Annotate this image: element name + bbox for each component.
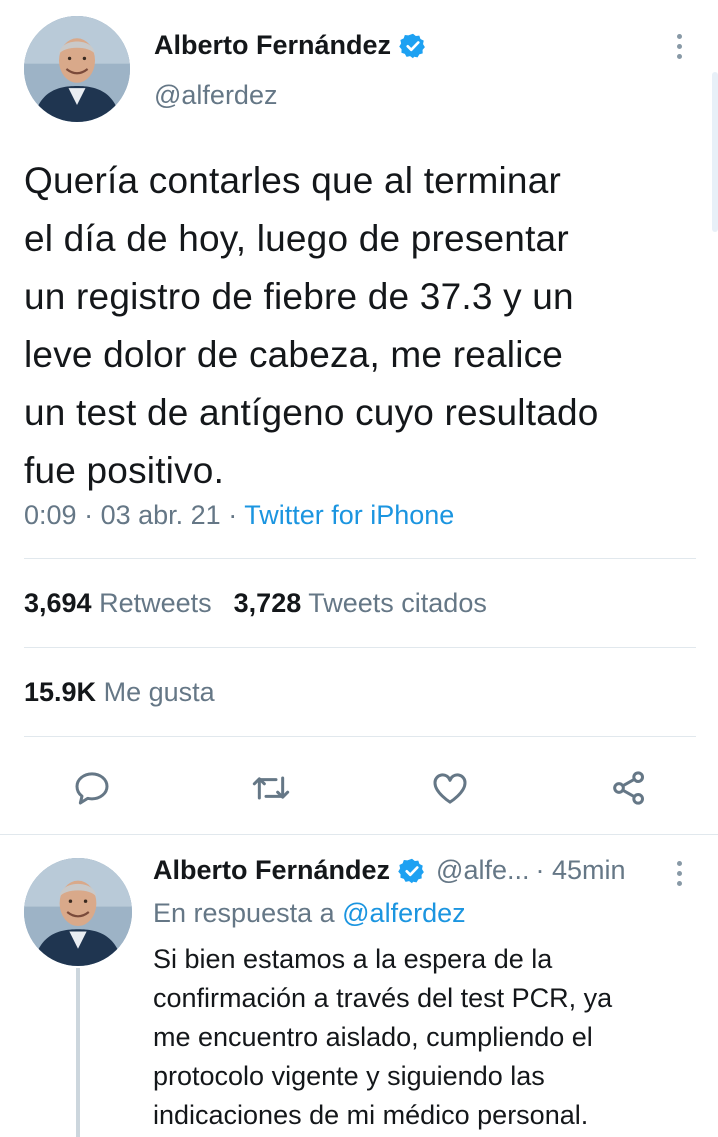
author-name[interactable]: Alberto Fernández bbox=[154, 30, 427, 61]
share-icon bbox=[613, 771, 644, 805]
divider bbox=[24, 736, 696, 737]
tweet-date: 03 abr. 21 bbox=[100, 500, 221, 530]
reply-author-handle[interactable]: @alfe... bbox=[436, 855, 529, 886]
more-vertical-icon[interactable] bbox=[667, 855, 691, 891]
share-button[interactable] bbox=[603, 762, 655, 814]
likes-label: Me gusta bbox=[103, 677, 215, 707]
tweet-meta: 0:09 · 03 abr. 21 · Twitter for iPhone bbox=[24, 500, 454, 531]
reply-text: Si bien estamos a la espera de la confir… bbox=[153, 944, 613, 1130]
reply-button[interactable] bbox=[66, 762, 118, 814]
verified-badge-icon bbox=[398, 858, 424, 883]
author-handle[interactable]: @alferdez bbox=[154, 80, 277, 111]
tweet-time: 0:09 bbox=[24, 500, 77, 530]
divider bbox=[24, 647, 696, 648]
quotes-label: Tweets citados bbox=[308, 588, 487, 618]
retweet-icon bbox=[252, 776, 290, 800]
retweet-button[interactable] bbox=[245, 762, 297, 814]
avatar[interactable] bbox=[24, 16, 130, 122]
in-reply-mention-link[interactable]: @alferdez bbox=[342, 898, 465, 928]
retweets-stat[interactable]: 3,694 Retweets bbox=[24, 588, 212, 618]
divider bbox=[24, 558, 696, 559]
likes-stat[interactable]: 15.9K Me gusta bbox=[24, 677, 215, 708]
reply-time-value: 45min bbox=[551, 855, 626, 885]
author-name-text: Alberto Fernández bbox=[154, 30, 392, 60]
retweets-count: 3,694 bbox=[24, 588, 92, 618]
tweet-source-link[interactable]: Twitter for iPhone bbox=[244, 500, 454, 530]
reply-time: · 45min bbox=[535, 855, 626, 885]
retweets-label: Retweets bbox=[99, 588, 212, 618]
in-reply-to: En respuesta a @alferdez bbox=[153, 898, 466, 929]
reply-author-name[interactable]: Alberto Fernández bbox=[153, 855, 390, 886]
tweet-separator bbox=[0, 834, 718, 835]
meta-separator: · bbox=[84, 500, 101, 530]
heart-icon bbox=[433, 773, 467, 804]
in-reply-prefix: En respuesta a bbox=[153, 898, 335, 928]
meta-separator: · bbox=[228, 500, 245, 530]
reply-header: Alberto Fernández @alfe... · 45min bbox=[153, 855, 626, 886]
verified-badge-icon bbox=[399, 33, 425, 58]
tweet-actions bbox=[24, 762, 696, 814]
reply-avatar[interactable] bbox=[24, 858, 132, 966]
avatar-image bbox=[24, 858, 132, 966]
quotes-stat[interactable]: 3,728 Tweets citados bbox=[234, 588, 487, 618]
likes-count: 15.9K bbox=[24, 677, 97, 707]
like-button[interactable] bbox=[424, 762, 476, 814]
thread-line bbox=[76, 968, 80, 1137]
more-vertical-icon[interactable] bbox=[667, 28, 691, 64]
tweet-text: Quería contarles que al terminar el día … bbox=[24, 160, 599, 491]
quotes-count: 3,728 bbox=[233, 588, 302, 618]
reply-icon bbox=[75, 772, 109, 805]
retweet-stats: 3,694 Retweets 3,728 Tweets citados bbox=[24, 588, 487, 619]
avatar-image bbox=[24, 16, 130, 122]
